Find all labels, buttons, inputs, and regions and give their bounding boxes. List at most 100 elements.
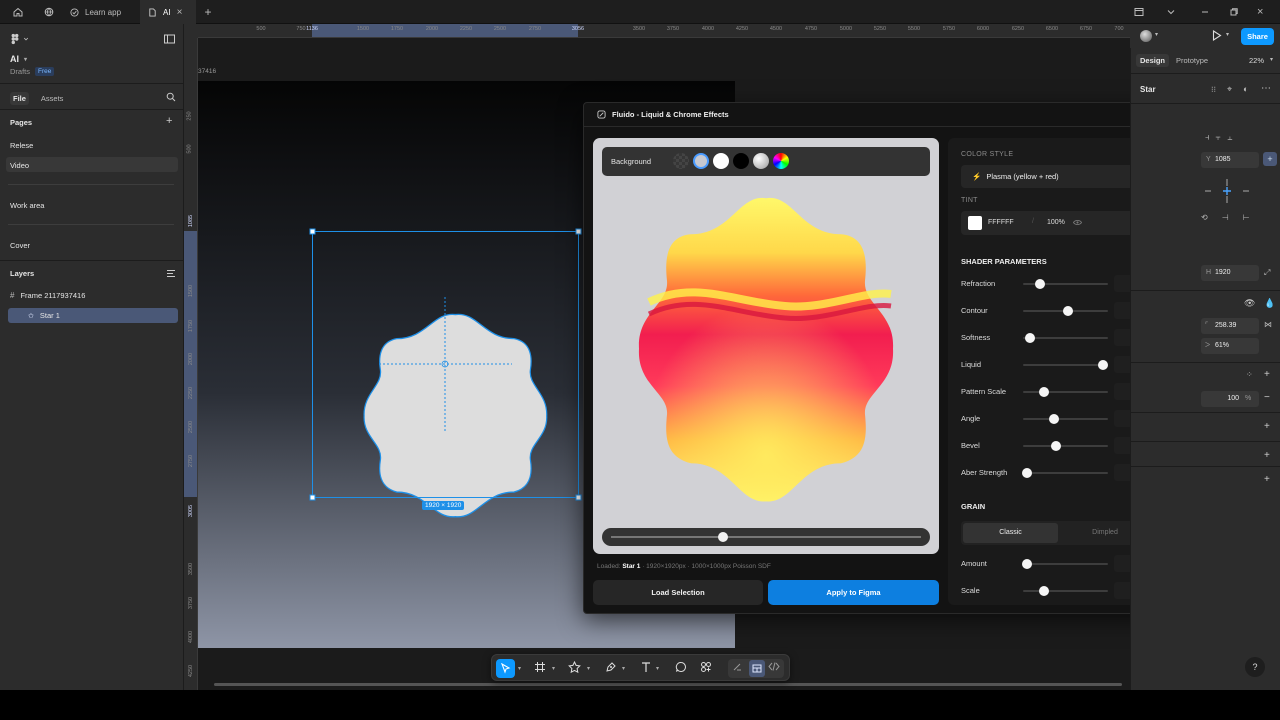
load-selection-button[interactable]: Load Selection (593, 580, 763, 605)
align-icons[interactable]: ⫞⫟⫠ (1205, 132, 1238, 143)
add-icon[interactable]: + (1264, 421, 1270, 432)
param-slider-track[interactable] (1023, 445, 1108, 447)
tab-prototype[interactable]: Prototype (1176, 56, 1208, 65)
frame-tool-icon[interactable] (534, 661, 548, 675)
param-slider-knob[interactable] (1063, 306, 1074, 316)
page-item[interactable]: Video (10, 161, 29, 170)
layer-name[interactable]: Star (1140, 85, 1156, 94)
tab-design[interactable]: Design (1136, 54, 1170, 67)
help-button[interactable]: ? (1245, 657, 1265, 677)
param-slider-knob[interactable] (1024, 333, 1035, 343)
tint-opacity[interactable]: 100% (1047, 219, 1065, 226)
param-slider-track[interactable] (1023, 364, 1108, 366)
close-window-icon[interactable]: × (1257, 6, 1263, 18)
tab-file[interactable]: File (10, 92, 29, 105)
move-tool-button[interactable] (496, 659, 515, 678)
project-name[interactable]: AI ▾ (10, 54, 27, 64)
chevron-down-icon[interactable]: ▾ (656, 665, 659, 672)
component-icon[interactable]: ⁝⁝ (1211, 85, 1216, 94)
param-slider-track[interactable] (1023, 418, 1108, 420)
main-menu-button[interactable] (10, 33, 29, 45)
param-slider-knob[interactable] (1039, 586, 1050, 596)
add-constraint-icon[interactable]: + (1263, 152, 1277, 166)
close-tab-icon[interactable]: × (177, 7, 183, 18)
page-item[interactable]: Work area (10, 201, 44, 210)
chevron-down-icon[interactable]: ▾ (518, 665, 521, 672)
tab-learn-app[interactable]: Learn app (62, 0, 140, 24)
param-slider-track[interactable] (1023, 472, 1108, 474)
param-slider-track[interactable] (1023, 563, 1108, 565)
bg-rainbow-swatch[interactable] (773, 153, 789, 169)
bg-white-swatch[interactable] (713, 153, 729, 169)
add-icon[interactable]: + (1264, 369, 1270, 380)
target-icon[interactable]: ⌖ (1227, 84, 1232, 95)
actions-tool-icon[interactable] (700, 661, 714, 675)
zoom-level[interactable]: 22% (1249, 56, 1264, 65)
param-slider-knob[interactable] (1051, 441, 1062, 451)
param-slider-track[interactable] (1023, 391, 1108, 393)
remove-icon[interactable]: − (1264, 392, 1270, 403)
draw-mode-icon[interactable] (732, 661, 746, 675)
constraints-widget[interactable] (1187, 176, 1267, 206)
text-tool-icon[interactable] (640, 661, 654, 675)
param-slider-knob[interactable] (1035, 279, 1045, 289)
page-item[interactable]: Relese (10, 141, 33, 150)
param-slider-knob[interactable] (1097, 360, 1108, 370)
community-tab[interactable] (36, 0, 62, 24)
horizontal-scrollbar[interactable] (214, 683, 1122, 686)
dev-mode-icon[interactable] (768, 661, 782, 675)
param-slider-track[interactable] (1023, 590, 1108, 592)
drop-icon[interactable]: 💧 (1264, 298, 1275, 309)
tab-assets[interactable]: Assets (41, 92, 64, 105)
minimize-icon[interactable] (1200, 7, 1210, 17)
more-icon[interactable]: ⋯ (1261, 83, 1271, 94)
search-icon[interactable] (166, 92, 176, 102)
add-icon[interactable]: + (1264, 474, 1270, 485)
contrast-icon[interactable]: ◐ (1243, 84, 1248, 94)
shape-star-tool-icon[interactable] (568, 661, 582, 675)
sidebar-toggle-icon[interactable] (1134, 7, 1144, 17)
tint-swatch[interactable] (968, 216, 982, 230)
apply-to-figma-button[interactable]: Apply to Figma (768, 580, 939, 605)
layers-list-icon[interactable] (166, 269, 176, 278)
timeline-knob[interactable] (717, 532, 728, 542)
chevron-down-icon[interactable]: ▾ (587, 665, 590, 672)
param-slider-track[interactable] (1023, 337, 1108, 339)
tab-ai-file[interactable]: AI × (140, 0, 196, 24)
panel-layout-icon[interactable] (164, 34, 175, 44)
add-icon[interactable]: + (1264, 450, 1270, 461)
home-tab[interactable] (0, 0, 36, 24)
grid-style-icon[interactable]: ⁘ (1246, 370, 1253, 379)
bg-black-swatch[interactable] (733, 153, 749, 169)
bg-chrome-swatch[interactable] (753, 153, 769, 169)
param-slider-knob[interactable] (1022, 468, 1033, 478)
add-page-icon[interactable]: + (166, 115, 172, 127)
comment-tool-icon[interactable] (675, 661, 689, 675)
project-location[interactable]: Drafts Free (10, 67, 55, 76)
restore-icon[interactable] (1229, 7, 1239, 17)
chevron-down-icon[interactable]: ▾ (552, 665, 555, 672)
param-slider-knob[interactable] (1049, 414, 1060, 424)
eye-icon[interactable] (1073, 219, 1082, 226)
flip-rotate-icons[interactable]: ⟲⊣⊢ (1201, 213, 1264, 222)
independent-corners-icon[interactable]: ⋈ (1264, 320, 1272, 329)
new-tab-button[interactable]: + (198, 0, 218, 24)
layer-item-frame[interactable]: # Frame 2117937416 (10, 291, 85, 300)
pen-tool-icon[interactable] (605, 661, 619, 675)
bg-gray-swatch[interactable] (693, 153, 709, 169)
param-slider-knob[interactable] (1039, 387, 1050, 397)
avatar[interactable] (1140, 30, 1152, 42)
tint-hex[interactable]: FFFFFF (988, 219, 1014, 226)
eye-icon[interactable]: 👁 (1244, 298, 1255, 309)
resize-icon[interactable]: ⤢ (1264, 268, 1270, 278)
share-button[interactable]: Share (1241, 28, 1274, 45)
grain-classic-option[interactable]: Classic (963, 523, 1058, 543)
param-slider-knob[interactable] (1022, 559, 1033, 569)
ruler-tick: 5750 (942, 26, 956, 32)
page-item[interactable]: Cover (10, 241, 30, 250)
chevron-down-icon[interactable] (1166, 7, 1176, 17)
present-play-icon[interactable] (1212, 30, 1222, 41)
design-mode-icon[interactable] (749, 660, 765, 677)
bg-transparent-swatch[interactable] (673, 153, 689, 169)
chevron-down-icon[interactable]: ▾ (622, 665, 625, 672)
